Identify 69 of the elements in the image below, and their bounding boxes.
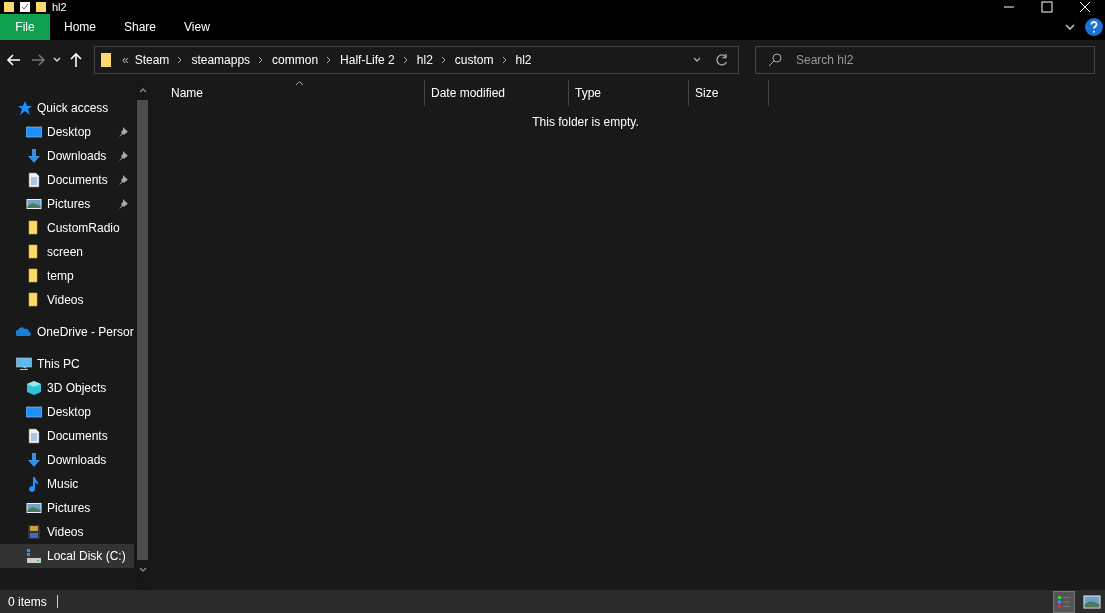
- sidebar-item[interactable]: Quick access: [0, 96, 134, 120]
- item-count: 0 items: [8, 594, 47, 609]
- ribbon-tab[interactable]: Share: [110, 14, 171, 40]
- breadcrumb[interactable]: hl2: [512, 53, 535, 67]
- column-header[interactable]: Type: [569, 80, 689, 106]
- sidebar-item[interactable]: This PC: [0, 352, 134, 376]
- search-icon: [767, 52, 783, 68]
- sidebar-item[interactable]: 3D Objects: [0, 376, 134, 400]
- breadcrumb[interactable]: common: [269, 53, 322, 67]
- drive-icon: [26, 548, 42, 564]
- close-icon[interactable]: [1079, 1, 1091, 13]
- sidebar-item[interactable]: Local Disk (C:): [0, 544, 134, 568]
- film-icon: [26, 524, 42, 540]
- ribbon-tab[interactable]: Home: [50, 14, 110, 40]
- computer-icon: [16, 356, 32, 372]
- desktop-icon: [26, 404, 42, 420]
- sidebar-item[interactable]: Videos: [0, 520, 134, 544]
- sidebar-item[interactable]: Pictures: [0, 496, 134, 520]
- chevron-right-icon[interactable]: [500, 56, 509, 64]
- sidebar-item[interactable]: Pictures: [0, 192, 134, 216]
- column-header[interactable]: Size: [689, 80, 769, 106]
- sidebar-item[interactable]: Downloads: [0, 144, 134, 168]
- sidebar-item[interactable]: Videos: [0, 288, 134, 312]
- breadcrumb[interactable]: Steam: [131, 53, 173, 67]
- address-bar[interactable]: « Steam steamapps common Half-Life 2 hl2 custom hl2: [94, 46, 739, 74]
- details-list-icon: [1057, 594, 1071, 609]
- details-view-button[interactable]: [1053, 590, 1075, 613]
- breadcrumb[interactable]: hl2: [413, 53, 436, 67]
- download-arrow-icon: [26, 148, 42, 164]
- scroll-down-icon[interactable]: [137, 566, 148, 574]
- overflow-chevron[interactable]: «: [119, 53, 132, 67]
- sidebar-item[interactable]: OneDrive - Persor: [0, 320, 134, 344]
- star-icon: [16, 100, 32, 116]
- download-arrow-icon: [26, 452, 42, 468]
- picture-icon: [26, 196, 42, 212]
- document-icon: [26, 428, 42, 444]
- breadcrumb[interactable]: custom: [451, 53, 497, 67]
- column-header[interactable]: Name: [165, 80, 425, 106]
- refresh-icon[interactable]: [714, 52, 730, 68]
- window-title: hl2: [52, 0, 67, 14]
- sidebar-item[interactable]: CustomRadio: [0, 216, 134, 240]
- desktop-icon: [26, 124, 42, 140]
- ribbon-tab[interactable]: View: [170, 14, 224, 40]
- cube-icon: [26, 380, 42, 396]
- sidebar-item[interactable]: Downloads: [0, 448, 134, 472]
- document-icon: [26, 172, 42, 188]
- sidebar-item[interactable]: Music: [0, 472, 134, 496]
- sidebar-item[interactable]: Documents: [0, 424, 134, 448]
- picture-icon: [26, 500, 42, 516]
- help-icon[interactable]: [1085, 18, 1103, 36]
- checkbox-icon[interactable]: [20, 2, 30, 12]
- chevron-down-icon[interactable]: [1065, 23, 1075, 31]
- maximize-icon[interactable]: [1041, 1, 1053, 13]
- sidebar-item[interactable]: temp: [0, 264, 134, 288]
- chevron-right-icon[interactable]: [401, 56, 410, 64]
- sidebar-item[interactable]: Documents: [0, 168, 134, 192]
- empty-folder-message: This folder is empty.: [532, 115, 639, 129]
- breadcrumb[interactable]: steamapps: [188, 53, 254, 67]
- picture-icon: [1083, 594, 1101, 609]
- sidebar-item[interactable]: Desktop: [0, 120, 134, 144]
- search-field[interactable]: Search hl2: [755, 46, 1095, 74]
- scroll-up-icon[interactable]: [137, 86, 148, 94]
- sidebar-item[interactable]: Desktop: [0, 400, 134, 424]
- chevron-down-icon[interactable]: [692, 56, 702, 64]
- column-header[interactable]: Date modified: [425, 80, 569, 106]
- chevron-down-icon[interactable]: [52, 56, 62, 64]
- sidebar-item[interactable]: screen: [0, 240, 134, 264]
- chevron-right-icon[interactable]: [439, 56, 448, 64]
- breadcrumb[interactable]: Half-Life 2: [337, 53, 398, 67]
